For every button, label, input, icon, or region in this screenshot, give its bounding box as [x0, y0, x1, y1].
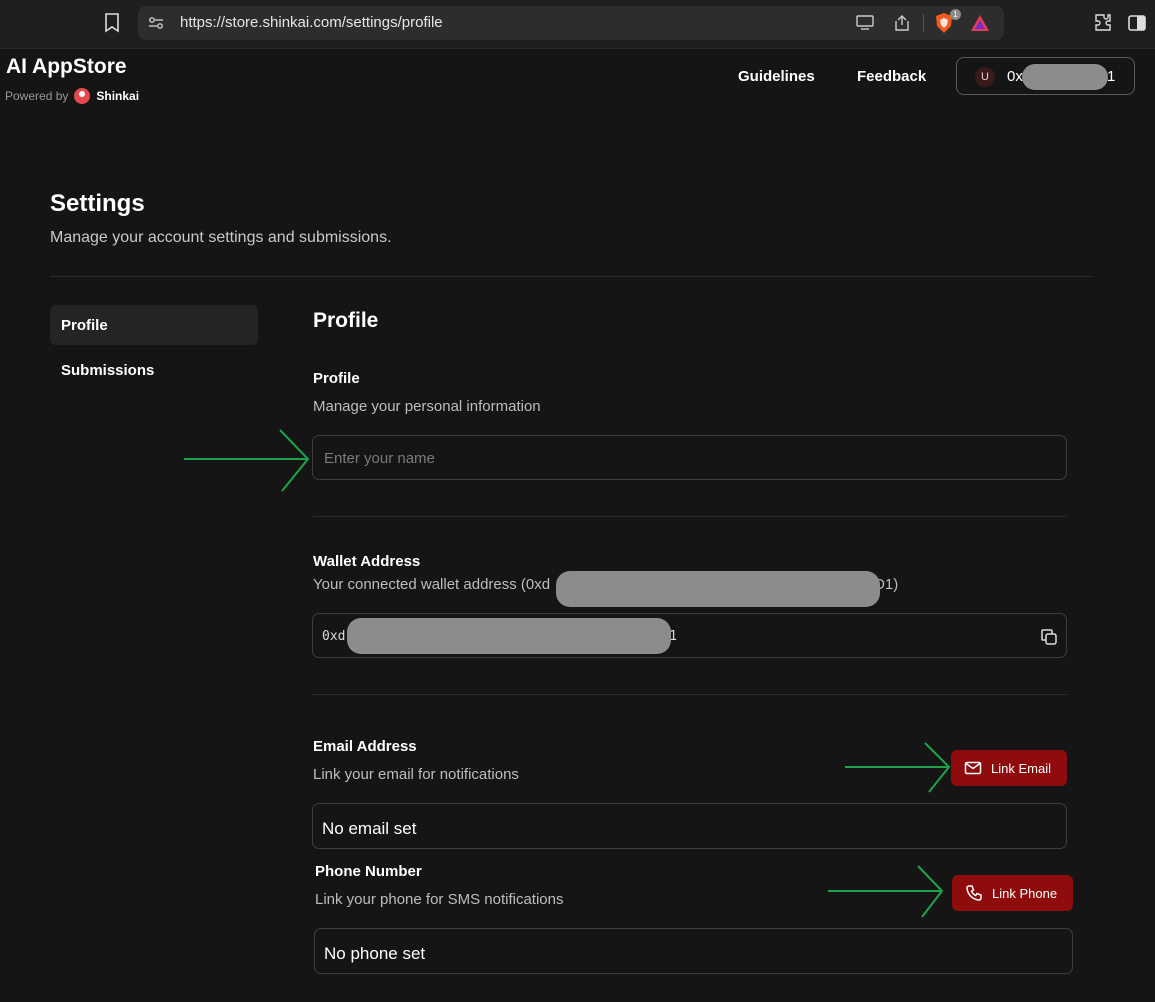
shield-count-badge: 1 [950, 9, 961, 20]
name-input[interactable] [322, 436, 1004, 481]
email-description: Link your email for notifications [313, 766, 519, 783]
wallet-desc-prefix: Your connected wallet address (0xd [313, 576, 551, 593]
cast-icon[interactable] [856, 15, 874, 31]
phone-description: Link your phone for SMS notifications [315, 891, 564, 908]
divider [50, 276, 1092, 277]
divider [313, 694, 1067, 695]
annotation-arrow-icon [845, 742, 951, 793]
avatar: U [975, 67, 995, 87]
brand-name: Shinkai [96, 89, 140, 103]
phone-field: No phone set [314, 928, 1073, 974]
link-phone-label: Link Phone [992, 885, 1058, 901]
wallet-prefix: 0x [1007, 68, 1023, 85]
nav-feedback[interactable]: Feedback [857, 68, 926, 85]
address-bar[interactable]: https://store.shinkai.com/settings/profi… [138, 6, 1004, 40]
browser-toolbar: https://store.shinkai.com/settings/profi… [0, 0, 1155, 49]
name-field[interactable] [312, 435, 1067, 481]
extensions-icon[interactable] [1093, 12, 1113, 32]
shinkai-logo-icon [74, 88, 91, 104]
powered-by-label: Powered by [5, 89, 69, 103]
sidebar-toggle-icon[interactable] [1127, 13, 1147, 33]
link-phone-button[interactable]: Link Phone [952, 875, 1073, 911]
page-subtitle: Manage your account settings and submiss… [50, 229, 392, 246]
annotation-arrow-icon [828, 865, 944, 918]
nav-guidelines[interactable]: Guidelines [738, 68, 815, 85]
wallet-address-label: Wallet Address [313, 553, 421, 570]
wallet-account-button[interactable]: U 0x 1 [956, 57, 1135, 95]
profile-label: Profile [313, 370, 360, 387]
page-title: Settings [50, 190, 145, 217]
phone-icon [966, 885, 982, 901]
redaction-mark [556, 571, 880, 607]
section-heading: Profile [313, 309, 379, 332]
phone-value: No phone set [324, 944, 426, 963]
email-value: No email set [322, 819, 417, 838]
powered-by: Powered by Shinkai [5, 88, 139, 104]
wallet-address-field: 0xdD1 [312, 613, 1067, 658]
site-settings-icon[interactable] [148, 15, 164, 31]
link-email-button[interactable]: Link Email [951, 750, 1067, 786]
annotation-arrow-icon [184, 429, 310, 492]
bookmark-icon[interactable] [104, 13, 120, 33]
profile-description: Manage your personal information [313, 398, 541, 415]
sidebar-item-profile[interactable]: Profile [50, 305, 258, 345]
share-icon[interactable] [893, 14, 911, 32]
mail-icon [964, 761, 982, 775]
sidebar-item-submissions[interactable]: Submissions [50, 350, 258, 390]
wallet-value-prefix: 0xd [322, 629, 346, 644]
phone-label: Phone Number [315, 863, 422, 880]
divider [313, 516, 1067, 517]
email-label: Email Address [313, 738, 417, 755]
url-text[interactable]: https://store.shinkai.com/settings/profi… [180, 14, 443, 31]
app-title[interactable]: AI AppStore [6, 55, 127, 79]
toolbar-separator [923, 14, 924, 32]
copy-icon[interactable] [1040, 628, 1058, 646]
redaction-mark [347, 618, 671, 654]
email-field: No email set [312, 803, 1067, 849]
wallet-suffix: 1 [1107, 68, 1116, 85]
brave-rewards-icon[interactable] [970, 13, 990, 33]
redaction-mark [1022, 64, 1108, 90]
link-email-label: Link Email [991, 760, 1051, 776]
